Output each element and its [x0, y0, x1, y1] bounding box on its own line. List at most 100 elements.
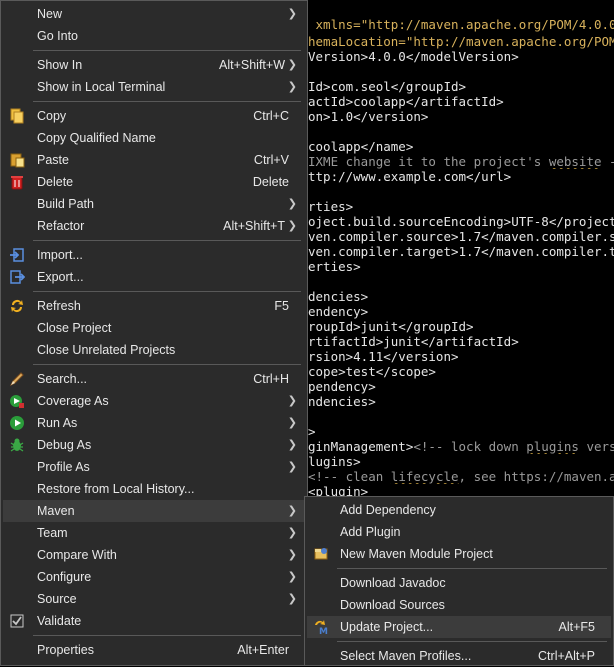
menu-item-debug-as[interactable]: Debug As ❯	[3, 434, 305, 456]
menu-item-shortcut: Ctrl+C	[253, 109, 289, 123]
menu-item-shortcut: F5	[274, 299, 289, 313]
submenu-item-new-maven-module-project[interactable]: New Maven Module Project	[307, 543, 611, 565]
menu-item-compare-with[interactable]: Compare With ❯	[3, 544, 305, 566]
menu-item-paste[interactable]: Paste Ctrl+V	[3, 149, 305, 171]
code-line: hemaLocation="http://maven.apache.org/PO…	[308, 34, 614, 49]
code-line: rsion>4.11</version>	[308, 349, 459, 364]
menu-item-label: Properties	[37, 643, 94, 657]
menu-item-new[interactable]: New ❯	[3, 3, 305, 25]
submenu-item-add-plugin[interactable]: Add Plugin	[307, 521, 611, 543]
code-line: erties>	[308, 259, 361, 274]
chevron-right-icon: ❯	[287, 395, 297, 407]
menu-item-label: Show in Local Terminal	[37, 80, 166, 94]
menu-item-shortcut: Ctrl+H	[253, 372, 289, 386]
submenu-item-download-javadoc[interactable]: Download Javadoc	[307, 572, 611, 594]
chevron-right-icon: ❯	[287, 461, 297, 473]
code-line: xmlns="http://maven.apache.org/POM/4.0.0…	[308, 17, 614, 32]
menu-item-delete[interactable]: Delete Delete	[3, 171, 305, 193]
menu-item-label: Team	[37, 526, 68, 540]
menu-item-label: Search...	[37, 372, 88, 386]
submenu-item-download-sources[interactable]: Download Sources	[307, 594, 611, 616]
menu-item-label: Maven	[37, 504, 75, 518]
menu-item-label: Run As	[37, 416, 78, 430]
menu-separator	[337, 568, 607, 569]
menu-item-shortcut: Alt+Shift+T	[223, 219, 285, 233]
menu-separator	[33, 291, 301, 292]
menu-item-label: Add Dependency	[340, 503, 436, 517]
code-line: Id>com.seol</groupId>	[308, 79, 467, 94]
maven-module-icon	[313, 546, 329, 562]
submenu-item-update-project[interactable]: M Update Project... Alt+F5	[307, 616, 611, 638]
menu-item-label: Close Unrelated Projects	[37, 343, 176, 357]
menu-item-shortcut: Ctrl+V	[253, 153, 289, 167]
submenu-item-select-maven-profiles[interactable]: Select Maven Profiles... Ctrl+Alt+P	[307, 645, 611, 667]
menu-item-label: Close Project	[37, 321, 112, 335]
menu-item-search[interactable]: Search... Ctrl+H	[3, 368, 305, 390]
svg-text:M: M	[319, 627, 328, 635]
search-pen-icon	[9, 371, 25, 387]
menu-item-team[interactable]: Team ❯	[3, 522, 305, 544]
menu-item-shortcut: Alt+Shift+W	[219, 58, 285, 72]
menu-item-label: Debug As	[37, 438, 92, 452]
chevron-right-icon: ❯	[287, 439, 297, 451]
menu-item-close-project[interactable]: Close Project	[3, 317, 305, 339]
menu-item-copy[interactable]: Copy Ctrl+C	[3, 105, 305, 127]
menu-separator	[337, 641, 607, 642]
menu-item-label: Go Into	[37, 29, 78, 43]
menu-item-shortcut: Delete	[252, 175, 289, 189]
menu-item-source[interactable]: Source ❯	[3, 588, 305, 610]
menu-item-label: Import...	[37, 248, 83, 262]
menu-item-go-into[interactable]: Go Into	[3, 25, 305, 47]
menu-item-coverage-as[interactable]: Coverage As ❯	[3, 390, 305, 412]
menu-item-label: New	[37, 7, 63, 21]
menu-item-label: Restore from Local History...	[37, 482, 195, 496]
code-line: coolapp</name>	[308, 139, 414, 154]
code-line: lugins>	[308, 454, 361, 469]
menu-item-properties[interactable]: Properties Alt+Enter	[3, 639, 305, 661]
menu-item-label: Compare With	[37, 548, 117, 562]
menu-item-export[interactable]: Export...	[3, 266, 305, 288]
menu-item-configure[interactable]: Configure ❯	[3, 566, 305, 588]
menu-item-refresh[interactable]: Refresh F5	[3, 295, 305, 317]
code-line: ndencies>	[308, 394, 376, 409]
code-line: ttp://www.example.com</url>	[308, 169, 512, 184]
menu-separator	[33, 364, 301, 365]
chevron-right-icon: ❯	[287, 417, 297, 429]
maven-submenu: Add Dependency Add Plugin New Maven Module…	[304, 496, 614, 666]
menu-item-label: Refresh	[37, 299, 81, 313]
menu-item-run-as[interactable]: Run As ❯	[3, 412, 305, 434]
menu-item-show-in[interactable]: Show In Alt+Shift+W ❯	[3, 54, 305, 76]
menu-item-close-unrelated-projects[interactable]: Close Unrelated Projects	[3, 339, 305, 361]
code-line: ven.compiler.source>1.7</maven.compiler.…	[308, 229, 614, 244]
run-icon	[9, 415, 25, 431]
menu-separator	[33, 50, 301, 51]
menu-item-label: Source	[37, 592, 77, 606]
menu-item-profile-as[interactable]: Profile As ❯	[3, 456, 305, 478]
menu-item-refactor[interactable]: Refactor Alt+Shift+T ❯	[3, 215, 305, 237]
menu-item-copy-qualified-name[interactable]: Copy Qualified Name	[3, 127, 305, 149]
menu-separator	[33, 101, 301, 102]
code-line: roupId>junit</groupId>	[308, 319, 474, 334]
menu-item-import[interactable]: Import...	[3, 244, 305, 266]
menu-item-label: Export...	[37, 270, 84, 284]
menu-item-validate[interactable]: Validate	[3, 610, 305, 632]
menu-item-maven[interactable]: Maven ❯	[3, 500, 305, 522]
chevron-right-icon: ❯	[287, 59, 297, 71]
delete-icon	[9, 174, 25, 190]
menu-item-restore-from-local-history[interactable]: Restore from Local History...	[3, 478, 305, 500]
menu-item-build-path[interactable]: Build Path ❯	[3, 193, 305, 215]
menu-separator	[33, 240, 301, 241]
code-line: pendency>	[308, 379, 376, 394]
menu-item-shortcut: Alt+F5	[558, 620, 595, 634]
chevron-right-icon: ❯	[287, 220, 297, 232]
code-line: dencies>	[308, 289, 369, 304]
menu-item-show-in-local-terminal[interactable]: Show in Local Terminal ❯	[3, 76, 305, 98]
menu-item-label: Delete	[37, 175, 74, 189]
context-menu: New ❯ Go Into Show In Alt+Shift+W ❯ Show in Lo…	[0, 0, 308, 666]
maven-update-icon: M	[313, 619, 329, 637]
menu-item-shortcut: Ctrl+Alt+P	[538, 649, 595, 663]
chevron-right-icon: ❯	[287, 549, 297, 561]
menu-item-label: Download Sources	[340, 598, 445, 612]
submenu-item-add-dependency[interactable]: Add Dependency	[307, 499, 611, 521]
menu-separator	[33, 635, 301, 636]
